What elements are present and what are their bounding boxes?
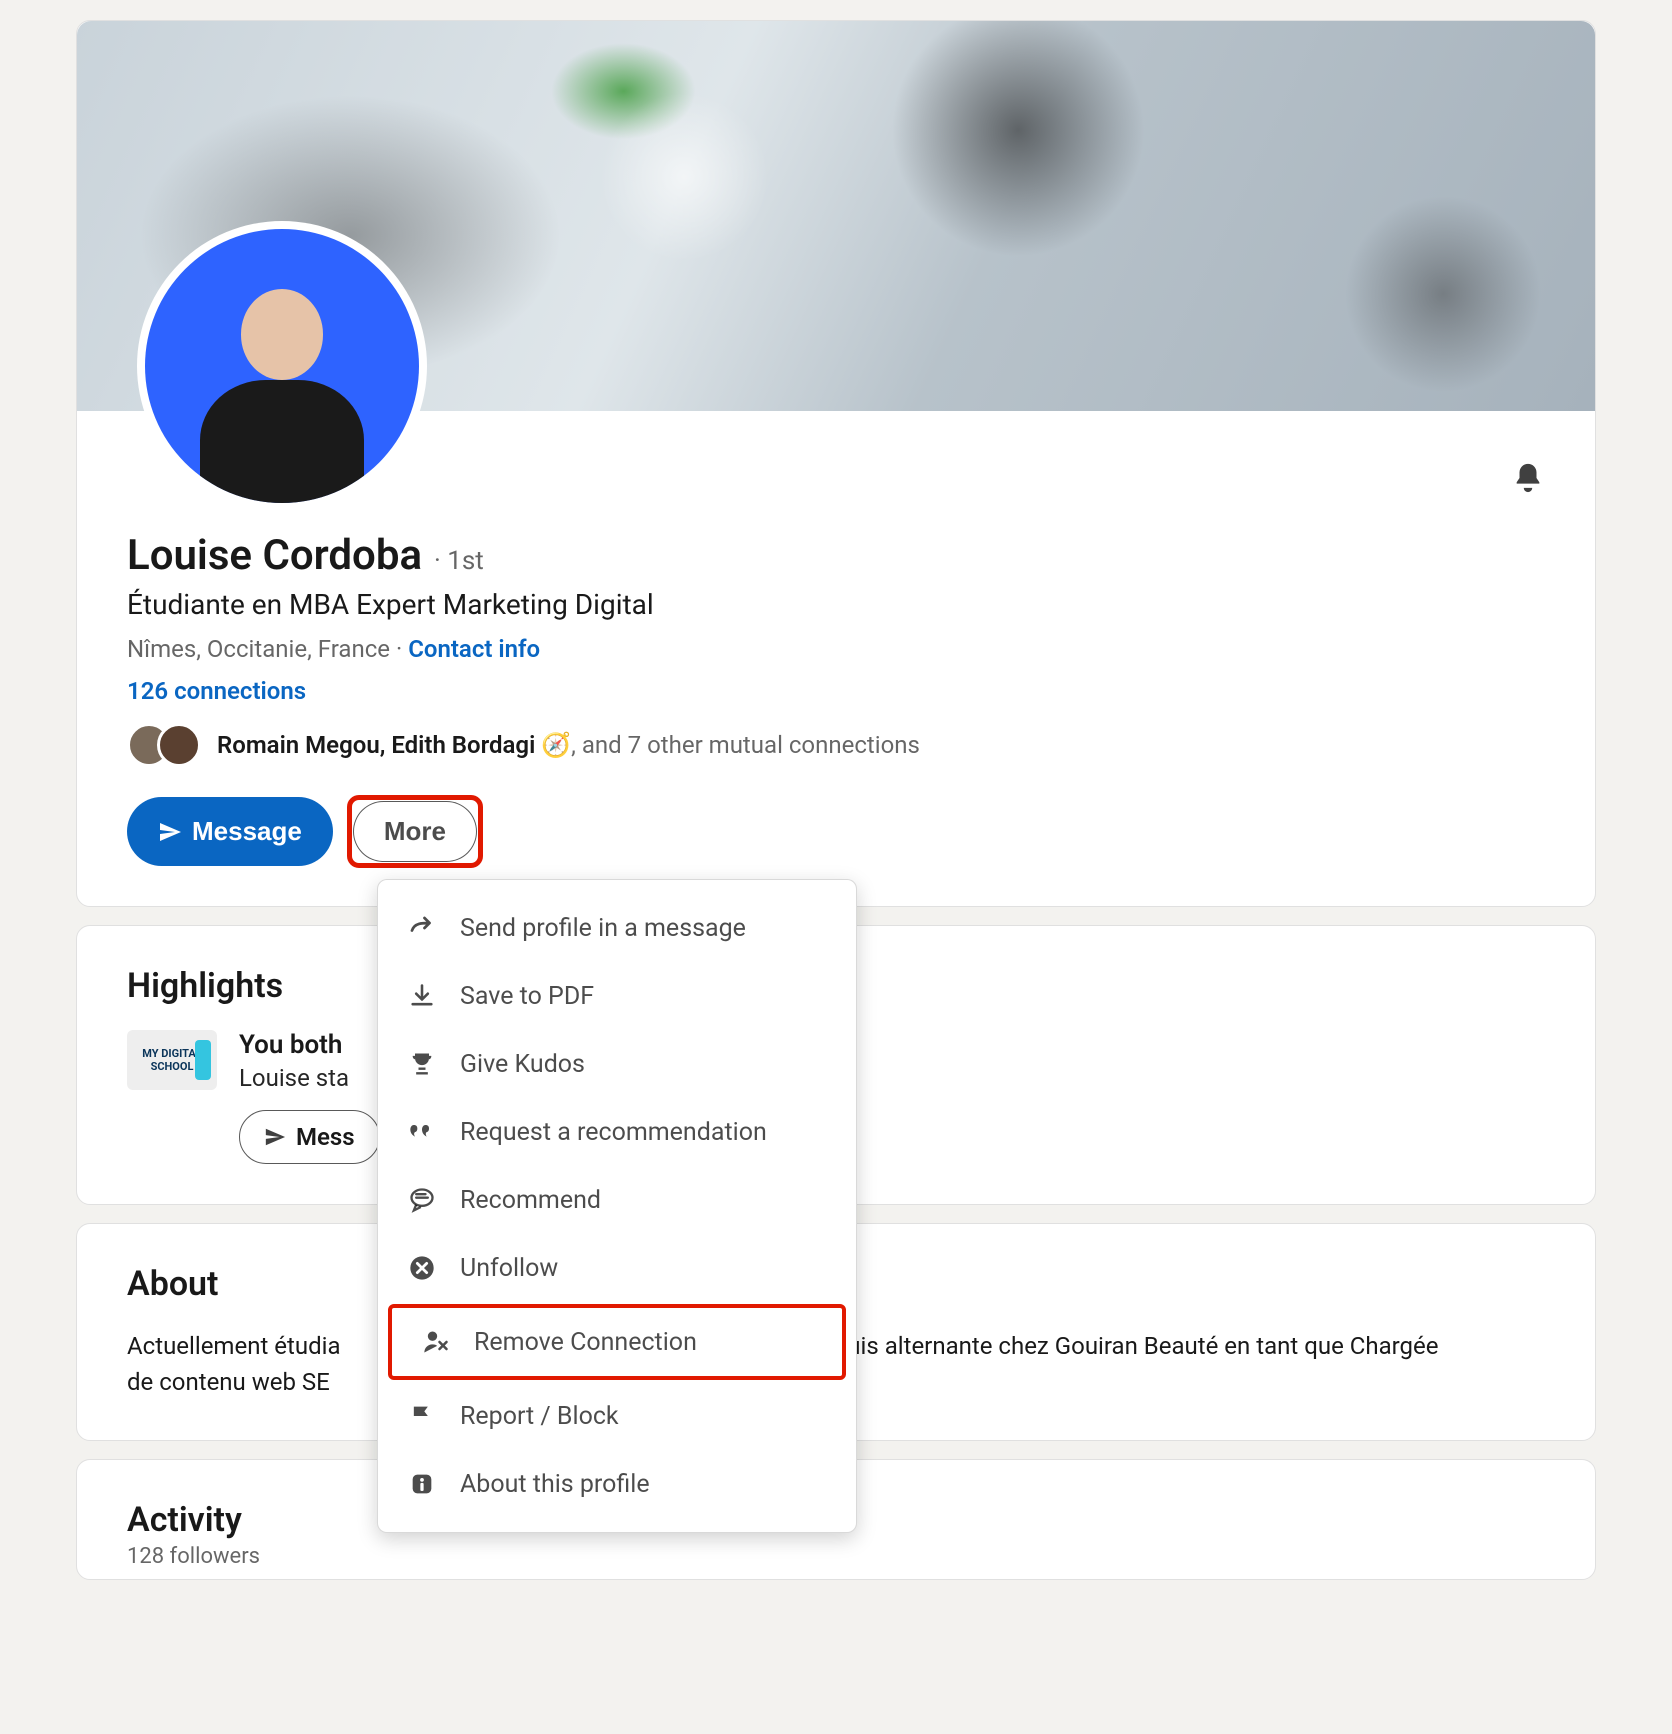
dropdown-label: Recommend — [460, 1186, 601, 1215]
dropdown-label: Send profile in a message — [460, 914, 746, 943]
dropdown-label: Give Kudos — [460, 1050, 585, 1079]
dropdown-recommend[interactable]: Recommend — [378, 1166, 856, 1234]
contact-info-link[interactable]: Contact info — [408, 635, 540, 663]
profile-headline: Étudiante en MBA Expert Marketing Digita… — [127, 588, 1545, 621]
dropdown-send-profile[interactable]: Send profile in a message — [378, 894, 856, 962]
connections-link[interactable]: 126 connections — [127, 677, 306, 705]
profile-location: Nîmes, Occitanie, France — [127, 635, 390, 663]
dropdown-request-recommendation[interactable]: Request a recommendation — [378, 1098, 856, 1166]
download-icon — [406, 980, 438, 1012]
dropdown-give-kudos[interactable]: Give Kudos — [378, 1030, 856, 1098]
dropdown-report-block[interactable]: Report / Block — [378, 1382, 856, 1450]
dropdown-save-pdf[interactable]: Save to PDF — [378, 962, 856, 1030]
more-button[interactable]: More — [353, 801, 477, 862]
activity-followers: 128 followers — [127, 1544, 1545, 1569]
more-dropdown: Send profile in a message Save to PDF Gi… — [377, 879, 857, 1533]
info-icon — [406, 1468, 438, 1500]
highlight-message-button[interactable]: Mess — [239, 1110, 380, 1164]
person-x-icon — [420, 1326, 452, 1358]
mutual-names: Romain Megou, Edith Bordagi — [217, 731, 535, 759]
more-label: More — [384, 816, 446, 847]
speech-bubble-icon — [406, 1184, 438, 1216]
avatar[interactable] — [137, 221, 427, 511]
notify-bell-icon[interactable] — [1511, 461, 1545, 495]
profile-header-card: Louise Cordoba · 1st Étudiante en MBA Ex… — [76, 20, 1596, 907]
share-arrow-icon — [406, 912, 438, 944]
message-label: Message — [192, 816, 302, 847]
mutual-connections[interactable]: Romain Megou, Edith Bordagi 🧭, and 7 oth… — [127, 723, 1545, 767]
dropdown-label: Unfollow — [460, 1254, 558, 1283]
more-button-highlight: More — [349, 797, 481, 866]
highlight-message-label: Mess — [296, 1123, 355, 1151]
send-icon — [264, 1126, 286, 1148]
school-logo: MY DIGITAL SCHOOL — [127, 1030, 217, 1090]
flag-icon — [406, 1400, 438, 1432]
x-circle-icon — [406, 1252, 438, 1284]
dropdown-about-profile[interactable]: About this profile — [378, 1450, 856, 1518]
mutual-avatar — [157, 723, 201, 767]
mutual-rest: , and 7 other mutual connections — [571, 731, 920, 759]
dropdown-label: Remove Connection — [474, 1328, 697, 1357]
dropdown-label: About this profile — [460, 1470, 650, 1499]
dropdown-label: Save to PDF — [460, 982, 594, 1011]
profile-name: Louise Cordoba — [127, 531, 422, 580]
dropdown-label: Report / Block — [460, 1402, 619, 1431]
quote-icon — [406, 1116, 438, 1148]
connection-degree: · 1st — [434, 546, 484, 576]
compass-icon: 🧭 — [541, 731, 571, 759]
send-icon — [158, 820, 182, 844]
trophy-icon — [406, 1048, 438, 1080]
message-button[interactable]: Message — [127, 797, 333, 866]
dropdown-unfollow[interactable]: Unfollow — [378, 1234, 856, 1302]
dropdown-remove-connection[interactable]: Remove Connection — [388, 1304, 846, 1380]
dropdown-label: Request a recommendation — [460, 1118, 767, 1147]
